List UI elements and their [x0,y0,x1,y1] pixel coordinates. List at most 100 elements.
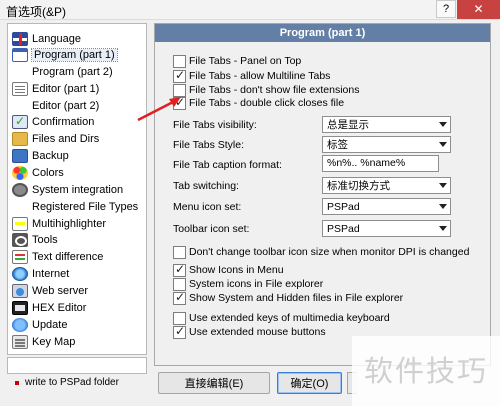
tree-item-editor-part-1[interactable]: Editor (part 1) [12,80,99,97]
checkbox-box[interactable] [173,68,186,83]
checkbox-label: File Tabs - Panel on Top [189,55,302,67]
tree-item-internet[interactable]: Internet [12,265,69,282]
tree-item-system-integration[interactable]: System integration [12,181,123,198]
checkbox-box[interactable] [173,324,186,339]
select-value: 标签 [327,139,348,151]
tree-item-label: Web server [32,284,89,297]
chevron-down-icon[interactable] [436,117,450,132]
tree-item-editor-part-2[interactable]: Editor (part 2) [32,97,99,114]
gear-icon [12,182,28,197]
chevron-down-icon[interactable] [436,178,450,193]
checklist-icon [12,114,28,129]
checkbox-extended-keys[interactable]: Use extended keys of multimedia keyboard [173,311,390,325]
checkbox-box[interactable] [173,290,186,305]
chevron-down-icon[interactable] [436,199,450,214]
checkbox-keep-toolbar-icon-size[interactable]: Don't change toolbar icon size when moni… [173,245,469,259]
checkbox-hide-extensions[interactable]: File Tabs - don't show file extensions [173,83,359,97]
tree-item-program-part-1[interactable]: Program (part 1) [12,46,118,63]
tree-item-label: Multihighlighter [32,217,106,230]
checkbox-box[interactable] [173,54,186,68]
checkbox-extended-mouse-buttons[interactable]: Use extended mouse buttons [173,324,326,339]
red-arrow-icon [137,97,181,122]
toolbar-icon-set-select[interactable]: PSPad [322,220,451,237]
document-icon [12,81,28,96]
hex-editor-icon [12,300,28,315]
checkbox-tabs-panel-on-top[interactable]: File Tabs - Panel on Top [173,54,301,68]
flag-icon [12,31,28,46]
tree-item-label: Update [32,318,68,331]
tabs-style-select[interactable]: 标签 [322,136,451,153]
checkbox-label: Use extended keys of multimedia keyboard [189,312,390,324]
backup-icon [12,148,28,163]
tree-item-label: Files and Dirs [32,132,100,145]
colors-icon [12,165,28,180]
tree-item-label: System integration [32,183,124,196]
checkbox-double-click-closes[interactable]: File Tabs - double click closes file [173,95,345,110]
tree-item-language[interactable]: Language [12,30,81,47]
tree-item-text-difference[interactable]: Text difference [12,248,103,265]
checkbox-multiline-tabs[interactable]: File Tabs - allow Multiline Tabs [173,68,331,83]
tab-switching-select[interactable]: 标准切换方式 [322,177,451,194]
highlighter-icon [12,216,28,231]
write-note-label: write to PSPad folder [25,377,119,388]
checkbox-label: Don't change toolbar icon size when moni… [189,246,470,258]
tree-item-hex-editor[interactable]: HEX Editor [12,299,86,316]
toolbar-icon-set-label: Toolbar icon set: [173,223,250,235]
checkbox-show-hidden-files[interactable]: Show System and Hidden files in File exp… [173,290,404,305]
checkbox-label: File Tabs - double click closes file [189,97,345,109]
tree-item-label: Key Map [32,335,76,348]
checkbox-label: File Tabs - allow Multiline Tabs [189,70,331,82]
tree-item-confirmation[interactable]: Confirmation [12,113,94,130]
tree-item-update[interactable]: Update [12,316,67,333]
tab-switching-label: Tab switching: [173,180,239,192]
tree-item-backup[interactable]: Backup [12,147,69,164]
tree-item-label: Editor (part 1) [32,82,100,95]
write-location-note: write to PSPad folder [15,377,119,388]
tree-item-label: Editor (part 2) [32,99,100,112]
direct-edit-button[interactable]: 直接编辑(E) [158,372,270,394]
checkbox-show-icons-in-menu[interactable]: Show Icons in Menu [173,262,284,277]
caption-format-input[interactable]: %n%.. %name% [322,155,439,172]
tree-item-registered-file-types[interactable]: Registered File Types [32,198,138,215]
tabs-visibility-select[interactable]: 总是显示 [322,116,451,133]
tabs-style-label: File Tabs Style: [173,139,245,151]
checkbox-system-icons-explorer[interactable]: System icons in File explorer [173,277,323,291]
tree-item-label: Internet [32,267,70,280]
tree-item-multihighlighter[interactable]: Multihighlighter [12,215,106,232]
checkbox-box[interactable] [173,245,186,259]
help-button[interactable]: ? [436,0,456,18]
text-diff-icon [12,249,28,264]
tree-search-input[interactable] [7,357,147,374]
tree-item-program-part-2[interactable]: Program (part 2) [32,63,113,80]
tree-item-label: Tools [32,233,58,246]
checkbox-label: Use extended mouse buttons [189,326,326,338]
tree-item-label: Registered File Types [32,200,139,213]
checkbox-label: Show System and Hidden files in File exp… [189,292,404,304]
tools-icon [12,232,28,247]
tree-item-key-map[interactable]: Key Map [12,333,75,350]
checkbox-label: Show Icons in Menu [189,264,284,276]
update-icon [12,317,28,332]
caption-format-label: File Tab caption format: [173,159,282,171]
tree-item-label: Program (part 2) [32,65,113,78]
window-title: 首选项(&P) [6,5,67,19]
tree-item-label: Confirmation [32,115,95,128]
menu-icon-set-select[interactable]: PSPad [322,198,451,215]
checkbox-label: System icons in File explorer [189,278,324,290]
select-value: 总是显示 [327,119,369,131]
tree-item-web-server[interactable]: Web server [12,282,88,299]
checkbox-box[interactable] [173,262,186,277]
checkbox-label: File Tabs - don't show file extensions [189,84,360,96]
tree-item-tools[interactable]: Tools [12,231,58,248]
globe-icon [12,266,28,281]
select-value: PSPad [327,200,360,213]
ok-button[interactable]: 确定(O) [277,372,342,394]
tree-item-colors[interactable]: Colors [12,164,64,181]
tree-item-files-and-dirs[interactable]: Files and Dirs [12,130,99,147]
menu-icon-set-label: Menu icon set: [173,201,242,213]
chevron-down-icon[interactable] [436,221,450,236]
select-value: 标准切换方式 [327,180,390,192]
close-button[interactable]: ✕ [457,0,500,19]
settings-tree[interactable]: Language Program (part 1) Program (part … [7,23,147,355]
chevron-down-icon[interactable] [436,137,450,152]
